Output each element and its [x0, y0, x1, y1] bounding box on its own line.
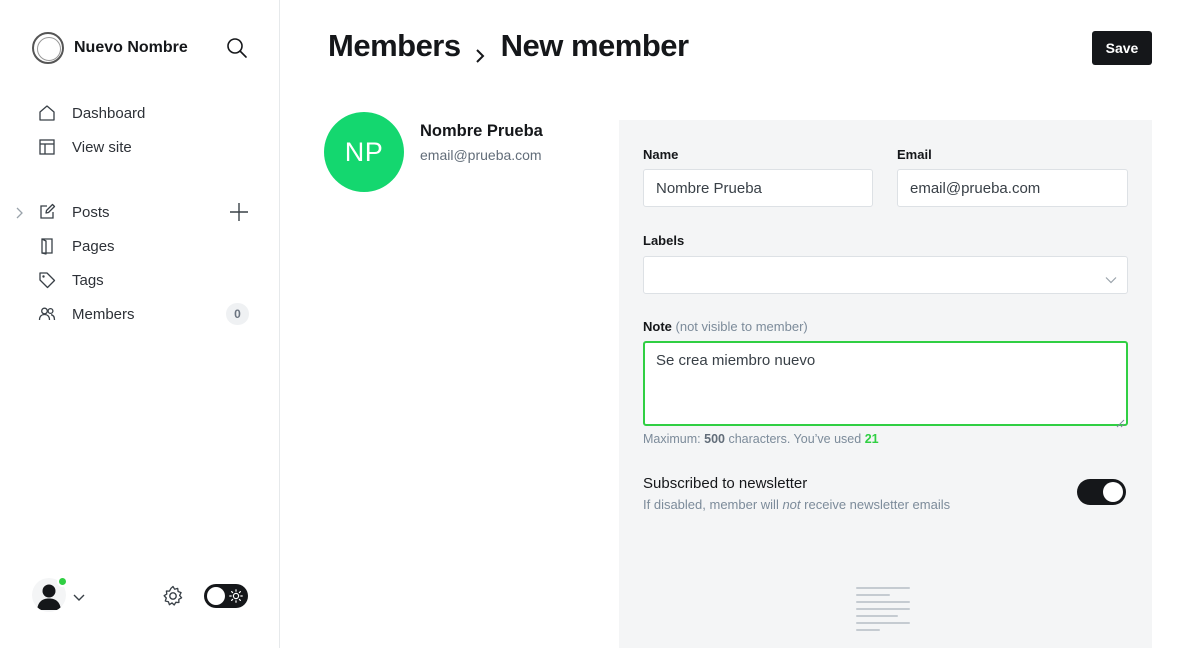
nav-primary: Dashboard View site	[0, 96, 280, 164]
newsletter-desc-emphasis: not	[782, 497, 801, 512]
toggle-knob	[207, 587, 225, 605]
sidebar-item-pages[interactable]: Pages	[0, 229, 280, 263]
counter-used: 21	[864, 432, 879, 446]
page-title: New member	[500, 28, 689, 63]
search-icon[interactable]	[226, 37, 248, 59]
chevron-right-icon	[473, 37, 487, 63]
email-field[interactable]	[897, 169, 1128, 207]
counter-max: 500	[704, 432, 725, 446]
members-icon	[38, 305, 56, 323]
toggle-knob	[1103, 482, 1123, 502]
chevron-down-icon	[1105, 271, 1117, 284]
note-hint: (not visible to member)	[675, 319, 808, 334]
home-icon	[38, 104, 56, 122]
chevron-right-icon[interactable]	[14, 206, 24, 219]
resize-handle-icon[interactable]	[1116, 415, 1125, 428]
sidebar-item-label: Posts	[72, 203, 110, 221]
sidebar-item-posts[interactable]: Posts	[0, 195, 280, 229]
sidebar: Nuevo Nombre Dashboard View site Posts P…	[0, 0, 280, 648]
main-content: Members New member Save NP Nombre Prueba…	[280, 0, 1200, 648]
user-menu[interactable]	[32, 576, 86, 612]
sidebar-item-label: Dashboard	[72, 104, 146, 122]
newsletter-desc-before: If disabled, member will	[643, 497, 779, 512]
member-email: email@prueba.com	[420, 146, 542, 163]
note-label-row: Note (not visible to member)	[643, 319, 808, 334]
newsletter-description: If disabled, member will not receive new…	[643, 497, 950, 512]
sidebar-item-label: Members	[72, 305, 135, 323]
save-button[interactable]: Save	[1092, 31, 1152, 65]
name-label: Name	[643, 147, 679, 162]
document-lines-icon	[855, 586, 911, 636]
member-name: Nombre Prueba	[420, 121, 543, 140]
gear-icon[interactable]	[162, 585, 184, 607]
new-post-plus-icon[interactable]	[229, 202, 249, 222]
sidebar-item-dashboard[interactable]: Dashboard	[0, 96, 280, 130]
member-summary: NP Nombre Prueba email@prueba.com	[324, 112, 543, 192]
nav-content: Posts Pages Tags Members 0	[0, 195, 280, 331]
name-field[interactable]	[643, 169, 873, 207]
note-char-counter: Maximum: 500 characters. You’ve used 21	[643, 432, 879, 446]
member-form: Name Email Labels Note (not visible to m…	[619, 120, 1152, 648]
brand[interactable]: Nuevo Nombre	[32, 32, 188, 64]
labels-select[interactable]	[643, 256, 1128, 294]
sun-icon	[229, 589, 243, 603]
breadcrumb: Members New member	[328, 28, 689, 64]
members-count-badge: 0	[226, 303, 249, 325]
sidebar-item-members[interactable]: Members 0	[0, 297, 280, 331]
tag-icon	[38, 271, 56, 289]
newsletter-title: Subscribed to newsletter	[643, 475, 808, 492]
labels-label: Labels	[643, 233, 685, 248]
brand-logo	[32, 32, 64, 64]
pencil-icon	[38, 203, 56, 221]
counter-middle: characters. You’ve used	[728, 432, 862, 446]
avatar[interactable]	[32, 576, 68, 612]
online-status-dot	[57, 576, 68, 587]
sidebar-item-view-site[interactable]: View site	[0, 130, 280, 164]
note-label: Note	[643, 319, 672, 334]
newsletter-desc-after: receive newsletter emails	[804, 497, 951, 512]
note-textarea[interactable]: Se crea miembro nuevo	[643, 341, 1128, 426]
sidebar-item-label: Pages	[72, 237, 115, 255]
chevron-down-icon[interactable]	[72, 590, 86, 601]
sidebar-item-tags[interactable]: Tags	[0, 263, 280, 297]
breadcrumb-members-link[interactable]: Members	[328, 28, 461, 64]
member-meta: Nombre Prueba email@prueba.com	[420, 122, 543, 163]
sidebar-item-label: View site	[72, 138, 132, 156]
counter-prefix: Maximum:	[643, 432, 701, 446]
page-icon	[38, 237, 56, 255]
member-avatar: NP	[324, 112, 404, 192]
sidebar-item-label: Tags	[72, 271, 104, 289]
layout-icon	[38, 138, 56, 156]
newsletter-toggle[interactable]	[1077, 479, 1126, 505]
dark-mode-toggle[interactable]	[204, 584, 248, 608]
email-label: Email	[897, 147, 932, 162]
brand-name: Nuevo Nombre	[74, 39, 188, 56]
